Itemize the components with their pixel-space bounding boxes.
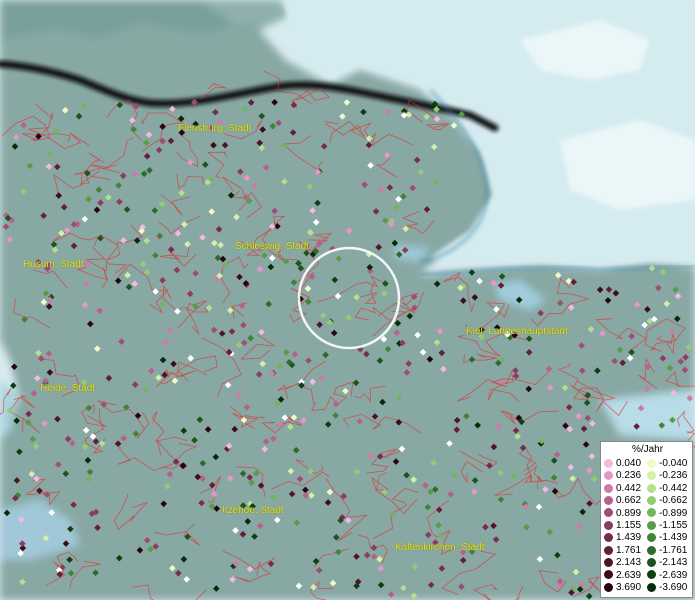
legend-label: 1.761 bbox=[616, 544, 642, 556]
legend-item-negative: -2.639 bbox=[647, 570, 687, 582]
city-label-husum[interactable]: Husum, Stadt bbox=[23, 259, 84, 270]
legend-swatch bbox=[647, 458, 656, 468]
legend-swatch bbox=[647, 533, 656, 543]
legend-swatch bbox=[604, 483, 613, 493]
legend-label: -1.439 bbox=[659, 532, 688, 544]
legend-swatch bbox=[604, 458, 613, 468]
legend-label: 0.040 bbox=[616, 458, 642, 469]
legend-item-positive: 0.442 bbox=[604, 483, 641, 495]
legend-swatch bbox=[604, 545, 613, 555]
city-label-flensburg[interactable]: Flensburg, Stadt bbox=[178, 123, 251, 134]
legend-item-negative: -2.143 bbox=[647, 557, 687, 569]
legend-item-positive: 0.899 bbox=[604, 508, 641, 520]
legend-swatch bbox=[647, 582, 656, 592]
legend-label: -1.761 bbox=[659, 544, 688, 556]
city-label-heide[interactable]: Heide, Stadt bbox=[40, 383, 95, 394]
legend-swatch bbox=[647, 570, 656, 580]
legend-item-positive: 2.639 bbox=[604, 570, 641, 582]
city-label-kaltenkirchen[interactable]: Kaltenkirchen, Stadt bbox=[395, 542, 485, 553]
legend-swatch bbox=[604, 558, 613, 568]
legend-label: -2.639 bbox=[659, 569, 688, 581]
legend-label: 0.442 bbox=[616, 482, 642, 494]
legend-label: 3.690 bbox=[616, 582, 642, 593]
legend-swatch bbox=[604, 496, 613, 506]
legend-swatch bbox=[604, 520, 613, 530]
legend-label: 0.236 bbox=[616, 470, 642, 482]
legend-label: 2.143 bbox=[616, 557, 642, 569]
legend-item-negative: -3.690 bbox=[647, 582, 687, 594]
legend-item-negative: -0.236 bbox=[647, 470, 687, 482]
legend-label: -2.143 bbox=[659, 557, 688, 569]
legend-item-positive: 1.761 bbox=[604, 545, 641, 557]
legend-item-negative: -0.040 bbox=[647, 458, 687, 470]
legend-swatch bbox=[647, 545, 656, 555]
legend-label: 0.899 bbox=[616, 507, 642, 519]
legend-item-negative: -1.439 bbox=[647, 532, 687, 544]
legend-swatch bbox=[647, 496, 656, 506]
map-view[interactable]: Flensburg, Stadt Schleswig, Stadt Husum,… bbox=[0, 0, 695, 600]
map-canvas[interactable] bbox=[0, 0, 695, 600]
legend-item-positive: 0.040 bbox=[604, 458, 641, 470]
legend-label: 1.155 bbox=[616, 520, 642, 531]
legend-item-negative: -0.442 bbox=[647, 483, 687, 495]
legend-label: -0.040 bbox=[659, 458, 688, 469]
legend-swatch bbox=[604, 570, 613, 580]
legend-label: -1.155 bbox=[659, 520, 688, 531]
legend-swatch bbox=[604, 582, 613, 592]
legend-label: 2.639 bbox=[616, 569, 642, 581]
legend-label: -0.442 bbox=[659, 482, 688, 494]
legend-item-positive: 0.662 bbox=[604, 495, 641, 507]
legend-item-positive: 2.143 bbox=[604, 557, 641, 569]
city-label-itzehoe[interactable]: Itzehoe, Stadt bbox=[222, 505, 284, 516]
legend-item-positive: 1.439 bbox=[604, 532, 641, 544]
legend-label: -0.236 bbox=[659, 470, 688, 482]
legend-item-positive: 3.690 bbox=[604, 582, 641, 594]
legend-label: -0.662 bbox=[659, 495, 688, 507]
legend-label: 1.439 bbox=[616, 532, 642, 544]
city-label-schleswig[interactable]: Schleswig, Stadt bbox=[235, 241, 309, 252]
legend-item-negative: -0.662 bbox=[647, 495, 687, 507]
legend-swatch bbox=[647, 471, 656, 481]
legend-item-positive: 1.155 bbox=[604, 520, 641, 532]
legend-item-negative: -1.155 bbox=[647, 520, 687, 532]
legend-label: -3.690 bbox=[659, 582, 688, 593]
legend-title: %/Jahr bbox=[631, 444, 664, 455]
legend: %/Jahr 0.040 -0.040 0.236 -0.236 0.442 -0.442… bbox=[600, 441, 693, 598]
legend-swatch bbox=[647, 558, 656, 568]
legend-item-negative: -1.761 bbox=[647, 545, 687, 557]
legend-swatch bbox=[647, 520, 656, 530]
legend-swatch bbox=[647, 483, 656, 493]
legend-swatch bbox=[647, 508, 656, 518]
legend-swatch bbox=[604, 471, 613, 481]
legend-label: -0.899 bbox=[659, 507, 688, 519]
city-label-kiel[interactable]: Kiel, Landeshauptstadt bbox=[466, 326, 568, 337]
legend-item-negative: -0.899 bbox=[647, 508, 687, 520]
legend-item-positive: 0.236 bbox=[604, 470, 641, 482]
legend-swatch bbox=[604, 508, 613, 518]
legend-swatch bbox=[604, 533, 613, 543]
legend-label: 0.662 bbox=[616, 495, 642, 507]
